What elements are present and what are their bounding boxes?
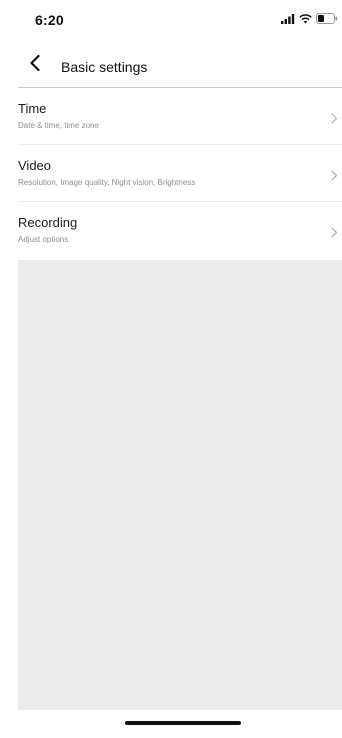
settings-item-subtitle: Resolution, Image quality, Night vision,…: [18, 178, 196, 187]
status-time: 6:20: [35, 12, 64, 28]
back-button[interactable]: [24, 54, 46, 76]
battery-icon: [316, 11, 338, 29]
screen-edge: [0, 0, 18, 738]
signal-icon: [281, 11, 295, 29]
chevron-right-icon: [331, 168, 338, 181]
status-bar: 6:20: [18, 0, 342, 44]
settings-item-title: Time: [18, 101, 47, 116]
home-indicator[interactable]: [125, 721, 241, 725]
wifi-icon: [299, 11, 312, 29]
settings-item-title: Recording: [18, 215, 78, 230]
settings-item-video[interactable]: Video Resolution, Image quality, Night v…: [18, 145, 342, 202]
settings-item-time[interactable]: Time Date & time, time zone: [18, 88, 342, 145]
bottom-safe-area: [18, 710, 342, 738]
app-screen: 6:20 Basic settings Time Date & time, ti…: [0, 0, 342, 738]
chevron-right-icon: [331, 111, 338, 124]
empty-content-area: [18, 262, 342, 710]
status-icons: [281, 11, 338, 29]
page-title: Basic settings: [61, 59, 148, 75]
settings-item-recording[interactable]: Recording Adjust options: [18, 202, 342, 260]
chevron-left-icon: [30, 54, 40, 76]
settings-item-title: Video: [18, 158, 52, 173]
settings-list: Time Date & time, time zone Video Resolu…: [18, 88, 342, 260]
settings-item-subtitle: Date & time, time zone: [18, 121, 99, 130]
settings-item-subtitle: Adjust options: [18, 235, 69, 244]
chevron-right-icon: [331, 225, 338, 238]
navigation-bar: Basic settings: [18, 44, 342, 88]
